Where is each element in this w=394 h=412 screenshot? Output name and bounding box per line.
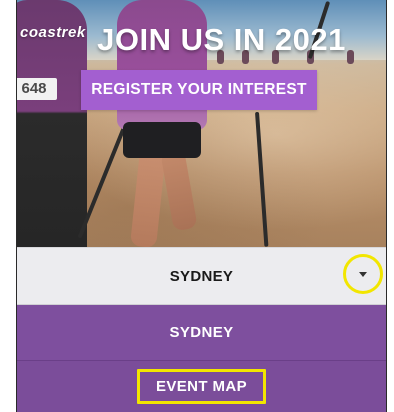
menu-item-sydney[interactable]: SYDNEY xyxy=(17,305,386,361)
location-select[interactable]: SYDNEY xyxy=(17,247,386,305)
page-frame: 648 coastrek JOIN US IN 2021 REGISTER YO… xyxy=(16,0,387,412)
menu-item-label: EVENT MAP xyxy=(136,369,267,404)
hero-banner: 648 coastrek JOIN US IN 2021 REGISTER YO… xyxy=(17,0,386,247)
hero-title: JOIN US IN 2021 xyxy=(97,22,346,57)
chevron-down-icon[interactable] xyxy=(359,271,367,277)
menu-item-event-map[interactable]: EVENT MAP xyxy=(17,361,386,412)
menu-item-label: SYDNEY xyxy=(169,324,234,341)
location-select-value: SYDNEY xyxy=(169,267,234,285)
location-menu: SYDNEY EVENT MAP xyxy=(17,305,386,412)
race-bib: 648 xyxy=(17,78,57,100)
highlight-ring xyxy=(343,254,383,294)
register-interest-button[interactable]: REGISTER YOUR INTEREST xyxy=(81,70,317,110)
runner-main xyxy=(117,0,207,130)
runner-shorts xyxy=(123,122,201,158)
